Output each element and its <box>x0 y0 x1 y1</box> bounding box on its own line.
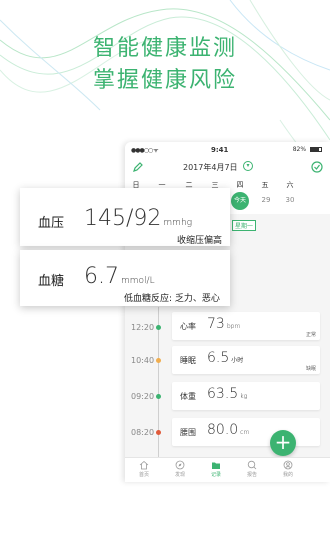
signal-icon: ●●●○○ ᯤ <box>131 147 159 154</box>
card-value: 63.5 kg <box>207 386 248 402</box>
tab-label: 首页 <box>138 472 149 478</box>
compass-icon <box>175 460 185 470</box>
card-label: 体重 <box>180 392 196 401</box>
battery-icon <box>310 147 322 152</box>
tab-report[interactable]: 报告 <box>237 460 267 478</box>
record-icon <box>212 462 220 469</box>
timeline-dot <box>156 325 161 330</box>
weight-card[interactable]: 体重 63.5 kg <box>172 382 320 410</box>
battery-percent: 82% <box>292 146 307 153</box>
blood-sugar-value: 6.7 mmol/L <box>84 264 155 289</box>
report-icon <box>247 460 257 470</box>
weekday-tag: 星期一 <box>232 220 257 231</box>
card-status-tag: 正常 <box>305 332 316 338</box>
timeline-dot <box>156 358 161 363</box>
timeline-dot <box>156 394 161 399</box>
weekday-fri: 五 <box>261 181 269 189</box>
tab-label: 发现 <box>174 472 185 478</box>
sleep-card[interactable]: 睡眠 6.5 小时 缺眠 <box>172 346 320 374</box>
timeline-time: 09:20 <box>131 392 155 401</box>
status-bar: ●●●○○ ᯤ 9:41 82% <box>125 142 330 156</box>
blood-pressure-value: 145/92 mmhg <box>84 206 193 231</box>
timeline-dot <box>156 430 161 435</box>
tab-label: 报告 <box>246 472 257 478</box>
blood-pressure-label: 血压 <box>38 216 65 231</box>
timeline-line <box>158 307 159 462</box>
edit-icon[interactable] <box>131 160 145 174</box>
date-29[interactable]: 29 <box>255 196 277 204</box>
blood-sugar-label: 血糖 <box>38 274 65 289</box>
tab-label: 我的 <box>282 472 293 478</box>
blood-pressure-note: 收缩压偏高 <box>177 236 223 246</box>
blood-pressure-card[interactable]: 血压 145/92 mmhg 收缩压偏高 <box>20 188 230 246</box>
check-circle-icon[interactable] <box>310 160 324 174</box>
timeline-time: 08:20 <box>131 428 155 437</box>
tab-home[interactable]: 首页 <box>129 460 159 478</box>
date-dropdown-icon[interactable]: ▾ <box>243 161 253 171</box>
battery-indicator: 82% <box>293 146 322 153</box>
timeline-time: 10:40 <box>131 356 155 365</box>
weekday-sat: 六 <box>286 181 294 189</box>
card-value: 73 bpm <box>207 316 241 332</box>
profile-icon <box>283 460 293 470</box>
add-record-button[interactable]: + <box>270 430 296 456</box>
timeline-time: 12:20 <box>131 323 155 332</box>
tab-profile[interactable]: 我的 <box>273 460 303 478</box>
card-value: 80.0 cm <box>207 422 250 438</box>
waist-card[interactable]: 腰围 80.0 cm <box>172 418 320 446</box>
tab-label: 记录 <box>210 472 221 478</box>
status-time: 9:41 <box>211 146 229 154</box>
headline-line2: 掌握健康风险 <box>92 68 237 93</box>
weekday-thu: 四 <box>236 181 244 189</box>
blood-sugar-note: 低血糖反应: 乏力、恶心 <box>124 294 220 304</box>
tab-record[interactable]: 记录 <box>201 460 231 478</box>
current-date[interactable]: 2017年4月7日 <box>183 162 238 173</box>
bottom-tab-bar: 首页 发现 记录 报告 我的 <box>125 457 330 482</box>
card-value: 6.5 小时 <box>207 350 244 366</box>
date-30[interactable]: 30 <box>279 196 301 204</box>
heart-rate-card[interactable]: 心率 73 bpm 正常 <box>172 312 320 340</box>
tab-discover[interactable]: 发现 <box>165 460 195 478</box>
card-label: 睡眠 <box>180 356 196 365</box>
date-bar: 2017年4月7日 ▾ <box>125 156 330 178</box>
card-label: 心率 <box>180 322 196 331</box>
card-label: 腰围 <box>180 428 196 437</box>
today-date[interactable]: 今天 <box>231 192 249 210</box>
blood-sugar-card[interactable]: 血糖 6.7 mmol/L 低血糖反应: 乏力、恶心 <box>20 250 230 306</box>
card-status-tag: 缺眠 <box>305 366 316 372</box>
home-icon <box>139 460 149 470</box>
headline-line1: 智能健康监测 <box>92 36 237 61</box>
